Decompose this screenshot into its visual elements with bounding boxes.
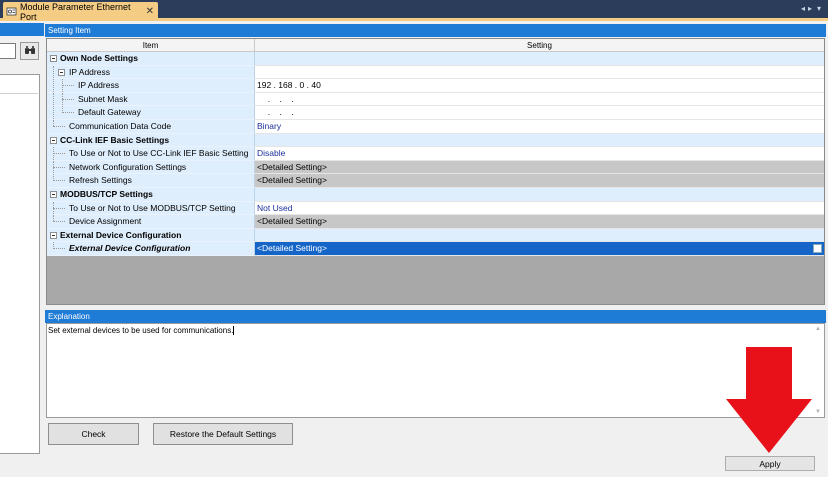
collapse-icon[interactable] — [50, 55, 57, 62]
collapse-icon[interactable] — [50, 190, 57, 198]
ip-address-value[interactable]: 192 . 168 . 0 . 40 — [255, 79, 824, 93]
module-parameter-icon — [6, 6, 17, 17]
tab-module-parameter-ethernet-port[interactable]: Module Parameter Ethernet Port ✕ — [3, 1, 158, 22]
setting-row-external-device-configuration[interactable]: External Device Configuration <Detailed … — [47, 242, 824, 256]
default-gateway-value[interactable]: . . . — [255, 106, 824, 120]
scroll-down-icon[interactable]: ▼ — [815, 409, 821, 415]
column-header-setting: Setting — [527, 41, 552, 50]
setting-item-header: Setting Item — [45, 24, 826, 37]
subnet-mask-value[interactable]: . . . — [255, 92, 824, 107]
find-button[interactable] — [20, 42, 39, 60]
setting-row-refresh-settings[interactable]: Refresh Settings <Detailed Setting> — [47, 174, 824, 188]
open-detailed-setting-button[interactable] — [813, 244, 822, 254]
collapse-icon[interactable] — [50, 136, 57, 144]
apply-button[interactable]: Apply — [725, 456, 815, 471]
close-icon[interactable]: ✕ — [146, 6, 154, 17]
collapse-icon[interactable] — [58, 68, 65, 76]
search-input[interactable] — [0, 43, 16, 59]
group-row-ip-address[interactable]: IP Address — [47, 65, 824, 80]
grid-header: Item Setting — [47, 39, 824, 52]
scroll-tabs-left-icon[interactable]: ◂ — [801, 4, 805, 13]
category-row-own-node-settings[interactable]: Own Node Settings — [47, 52, 824, 66]
scroll-up-icon[interactable]: ▲ — [815, 326, 821, 332]
setting-row-ip-address[interactable]: IP Address 192 . 168 . 0 . 40 — [47, 79, 824, 93]
document-tab-strip: Module Parameter Ethernet Port ✕ ◂ ▸ ▾ — [0, 0, 828, 22]
setting-row-use-modbus-tcp[interactable]: To Use or Not to Use MODBUS/TCP Setting … — [47, 201, 824, 216]
setting-row-device-assignment[interactable]: Device Assignment <Detailed Setting> — [47, 215, 824, 229]
communication-data-code-value[interactable]: Binary — [255, 119, 824, 134]
check-button[interactable]: Check — [48, 423, 139, 445]
tab-title: Module Parameter Ethernet Port — [20, 1, 131, 22]
explanation-text: Set external devices to be used for comm… — [48, 326, 234, 335]
binoculars-icon — [24, 45, 36, 58]
settings-grid: Item Setting Own Node Settings IP Addres… — [46, 38, 825, 305]
explanation-box[interactable]: Set external devices to be used for comm… — [46, 323, 825, 418]
red-down-arrow-icon — [724, 347, 814, 457]
category-row-external-device-configuration[interactable]: External Device Configuration — [47, 228, 824, 243]
use-cc-link-ief-basic-value[interactable]: Disable — [255, 147, 824, 161]
category-row-modbus-tcp-settings[interactable]: MODBUS/TCP Settings — [47, 187, 824, 202]
setting-row-subnet-mask[interactable]: Subnet Mask . . . — [47, 92, 824, 107]
refresh-settings-detailed-setting[interactable]: <Detailed Setting> — [255, 174, 824, 188]
device-assignment-detailed-setting[interactable]: <Detailed Setting> — [255, 215, 824, 229]
tab-list-dropdown-icon[interactable]: ▾ — [817, 4, 821, 13]
restore-default-settings-button[interactable]: Restore the Default Settings — [153, 423, 293, 445]
setting-row-use-cc-link-ief-basic[interactable]: To Use or Not to Use CC-Link IEF Basic S… — [47, 147, 824, 161]
left-pane — [0, 21, 44, 473]
explanation-header: Explanation — [45, 310, 826, 323]
external-device-configuration-detailed-setting[interactable]: <Detailed Setting> — [255, 242, 824, 256]
module-tree-list[interactable] — [0, 74, 40, 454]
collapse-icon[interactable] — [50, 231, 57, 239]
network-configuration-detailed-setting[interactable]: <Detailed Setting> — [255, 160, 824, 175]
scroll-tabs-right-icon[interactable]: ▸ — [808, 4, 812, 13]
setting-row-communication-data-code[interactable]: Communication Data Code Binary — [47, 119, 824, 134]
left-pane-header-bar — [0, 23, 44, 36]
setting-row-network-configuration[interactable]: Network Configuration Settings <Detailed… — [47, 160, 824, 175]
use-modbus-tcp-value[interactable]: Not Used — [255, 201, 824, 216]
column-header-item: Item — [47, 39, 255, 51]
category-row-cc-link-ief-basic-settings[interactable]: CC-Link IEF Basic Settings — [47, 133, 824, 148]
setting-row-default-gateway[interactable]: Default Gateway . . . — [47, 106, 824, 120]
text-caret — [233, 326, 235, 336]
